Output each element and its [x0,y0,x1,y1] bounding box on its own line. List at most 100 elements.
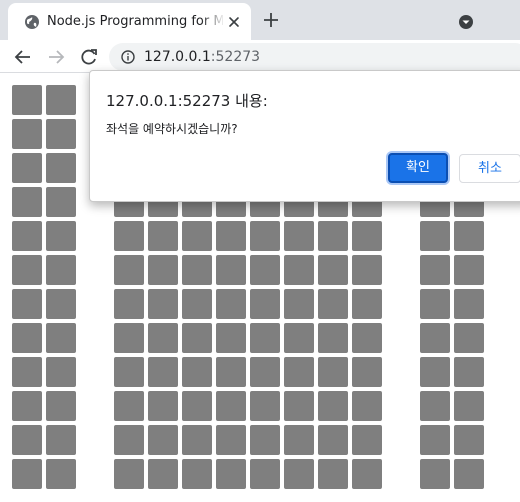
seat[interactable] [284,459,314,489]
seat[interactable] [182,289,212,319]
seat[interactable] [250,289,280,319]
seat[interactable] [420,255,450,285]
seat[interactable] [148,391,178,421]
seat[interactable] [46,459,76,489]
seat[interactable] [182,425,212,455]
seat[interactable] [12,255,42,285]
seat[interactable] [284,425,314,455]
seat[interactable] [318,221,348,251]
seat[interactable] [114,289,144,319]
seat[interactable] [284,323,314,353]
seat[interactable] [12,85,42,115]
seat[interactable] [12,187,42,217]
seat[interactable] [12,459,42,489]
seat[interactable] [352,459,382,489]
seat[interactable] [114,323,144,353]
seat[interactable] [46,119,76,149]
seat[interactable] [284,289,314,319]
back-arrow-icon[interactable] [13,47,33,67]
seat[interactable] [114,425,144,455]
seat[interactable] [250,425,280,455]
seat[interactable] [284,255,314,285]
seat[interactable] [352,357,382,387]
seat[interactable] [284,357,314,387]
seat[interactable] [182,255,212,285]
seat[interactable] [420,323,450,353]
seat[interactable] [454,391,484,421]
seat[interactable] [46,153,76,183]
seat[interactable] [318,255,348,285]
seat[interactable] [148,425,178,455]
cancel-button[interactable]: 취소 [459,154,520,183]
seat[interactable] [250,255,280,285]
seat[interactable] [12,221,42,251]
seat[interactable] [148,323,178,353]
seat[interactable] [352,255,382,285]
seat[interactable] [454,221,484,251]
seat[interactable] [420,221,450,251]
seat[interactable] [148,357,178,387]
seat[interactable] [318,425,348,455]
seat[interactable] [46,323,76,353]
seat[interactable] [420,459,450,489]
dropdown-circle-icon[interactable] [456,12,476,32]
seat[interactable] [420,289,450,319]
seat[interactable] [148,255,178,285]
seat[interactable] [318,357,348,387]
seat[interactable] [420,391,450,421]
seat[interactable] [284,391,314,421]
seat[interactable] [182,391,212,421]
seat[interactable] [114,221,144,251]
tab-active[interactable]: Node.js Programming for Modern Web [8,3,251,40]
seat[interactable] [454,323,484,353]
seat[interactable] [216,425,246,455]
info-icon[interactable] [121,50,135,64]
seat[interactable] [46,255,76,285]
seat[interactable] [46,391,76,421]
seat[interactable] [250,391,280,421]
seat[interactable] [46,187,76,217]
seat[interactable] [216,459,246,489]
seat[interactable] [352,391,382,421]
seat[interactable] [352,425,382,455]
seat[interactable] [46,357,76,387]
seat[interactable] [454,255,484,285]
seat[interactable] [12,391,42,421]
seat[interactable] [148,289,178,319]
seat[interactable] [114,459,144,489]
seat[interactable] [250,459,280,489]
seat[interactable] [454,425,484,455]
seat[interactable] [352,221,382,251]
seat[interactable] [454,357,484,387]
seat[interactable] [250,221,280,251]
ok-button[interactable]: 확인 [388,153,448,183]
seat[interactable] [352,289,382,319]
seat[interactable] [352,323,382,353]
seat[interactable] [216,221,246,251]
reload-icon[interactable] [79,47,99,67]
seat[interactable] [454,459,484,489]
seat[interactable] [114,391,144,421]
seat[interactable] [216,391,246,421]
address-bar[interactable]: 127.0.0.1:52273 [109,43,520,71]
seat[interactable] [12,323,42,353]
seat[interactable] [318,459,348,489]
seat[interactable] [148,459,178,489]
seat[interactable] [148,221,178,251]
plus-icon[interactable] [262,11,280,29]
seat[interactable] [46,425,76,455]
seat[interactable] [420,357,450,387]
seat[interactable] [250,357,280,387]
seat[interactable] [12,119,42,149]
seat[interactable] [182,357,212,387]
seat[interactable] [182,323,212,353]
seat[interactable] [12,357,42,387]
close-icon[interactable] [227,15,241,29]
seat[interactable] [46,221,76,251]
seat[interactable] [12,289,42,319]
seat[interactable] [216,289,246,319]
seat[interactable] [114,255,144,285]
seat[interactable] [250,323,280,353]
seat[interactable] [284,221,314,251]
seat[interactable] [114,357,144,387]
